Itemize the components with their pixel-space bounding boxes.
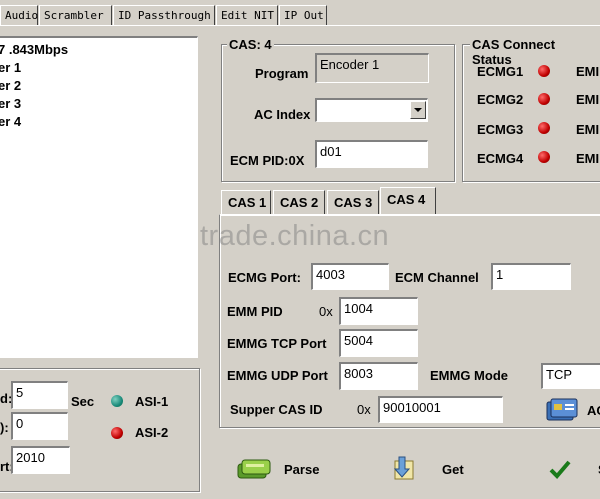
tab-cas-2[interactable]: CAS 2 [273,190,325,214]
tab-edit-nit[interactable]: Edit NIT [216,5,278,25]
ac-button-label: AC [587,403,600,418]
ecm-pid-input[interactable]: d01 [315,140,428,168]
tab-scrambler[interactable]: Scrambler [39,5,112,25]
list-item[interactable]: er 1 [0,60,21,75]
field1-unit: Sec [71,394,95,409]
parse-button-label: Parse [284,462,320,477]
ecmg3-status-icon [538,122,550,134]
parse-icon [237,459,271,479]
program-field: Encoder 1 [315,53,429,83]
watermark: trade.china.cn [200,220,390,252]
super-cas-id-input[interactable]: 90010001 [378,396,503,423]
ac-card-icon [546,398,578,421]
asi1-label: ASI-1 [135,394,169,409]
tab-id-passthrough[interactable]: ID Passthrough [113,5,215,25]
ecmg3-label: ECMG3 [477,122,524,137]
chevron-down-icon[interactable] [410,101,426,119]
ecm-channel-input[interactable]: 1 [491,263,571,290]
field1-input[interactable]: 5 [11,381,68,409]
field2-label: ): [0,420,9,435]
field3-input[interactable]: 2010 [11,446,70,474]
ecm-channel-label: ECM Channel [395,270,479,285]
emm4-label: EMI [576,151,600,166]
emmg-mode-select[interactable]: TCP [541,363,600,389]
ecmg4-label: ECMG4 [477,151,524,166]
super-cas-id-prefix: 0x [357,402,371,417]
ac-index-label: AC Index [254,107,311,122]
program-label: Program [255,66,309,81]
get-button-label: Get [442,462,464,477]
tab-cas-3[interactable]: CAS 3 [327,190,379,214]
field2-input[interactable]: 0 [11,412,68,440]
list-item[interactable]: er 3 [0,96,21,111]
ecmg-port-label: ECMG Port: [228,270,301,285]
ecmg4-status-icon [538,151,550,163]
list-item[interactable]: 7 .843Mbps [0,42,68,57]
ecm-pid-label: ECM PID:0X [230,153,305,168]
emm3-label: EMI [576,122,600,137]
checkmark-icon [549,460,571,479]
tab-cas-4[interactable]: CAS 4 [380,187,436,215]
super-cas-id-label: Supper CAS ID [230,402,323,417]
ecmg1-status-icon [538,65,550,77]
ac-index-select[interactable] [315,98,428,122]
ac-button[interactable]: AC [545,396,600,426]
ecmg2-label: ECMG2 [477,92,524,107]
asi1-status-icon [111,395,123,407]
cas-group-title: CAS: 4 [227,37,274,52]
asi2-label: ASI-2 [135,425,169,440]
get-button[interactable]: Get [390,453,480,487]
ecmg1-label: ECMG1 [477,64,524,79]
tab-cas-1[interactable]: CAS 1 [221,190,271,214]
emmg-mode-label: EMMG Mode [430,368,508,383]
tab-audio[interactable]: Audio [0,5,38,25]
ecmg-port-input[interactable]: 4003 [311,263,389,290]
emmg-tcp-port-input[interactable]: 5004 [339,329,418,357]
cas-status-title: CAS Connect Status [470,37,600,67]
emmg-udp-port-label: EMMG UDP Port [227,368,328,383]
emmg-tcp-port-label: EMMG TCP Port [227,336,327,351]
asi2-status-icon [111,427,123,439]
ecmg2-status-icon [538,93,550,105]
emmg-udp-port-input[interactable]: 8003 [339,362,418,390]
program-list[interactable]: 7 .843Mbps er 1 er 2 er 3 er 4 [0,36,198,358]
list-item[interactable]: er 4 [0,114,21,129]
emm2-label: EMI [576,92,600,107]
set-button[interactable]: S [548,453,600,487]
tab-ip-out[interactable]: IP Out [279,5,327,25]
emm-pid-prefix: 0x [319,304,333,319]
parse-button[interactable]: Parse [236,453,336,487]
emm1-label: EMI [576,64,600,79]
tab-strip-divider [0,25,600,26]
emm-pid-label: EMM PID [227,304,283,319]
get-icon [393,456,414,480]
emm-pid-input[interactable]: 1004 [339,297,418,325]
list-item[interactable]: er 2 [0,78,21,93]
